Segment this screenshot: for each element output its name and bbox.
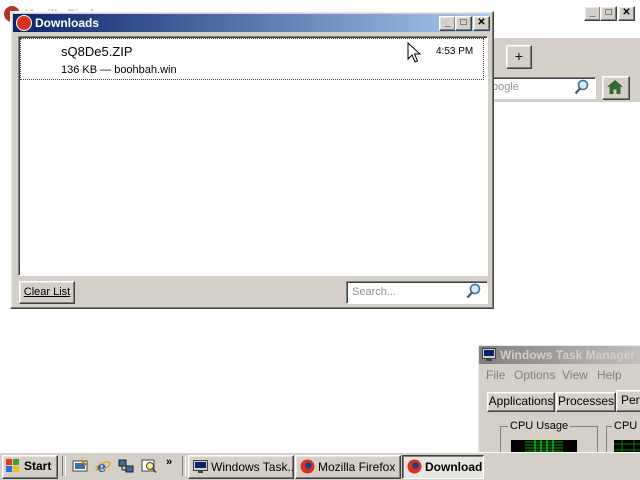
home-button[interactable] — [602, 76, 630, 100]
tab-performance[interactable]: Perf — [616, 390, 640, 412]
clear-list-button[interactable]: Clear List — [19, 281, 75, 304]
downloads-window-title: Downloads — [35, 16, 100, 30]
home-icon — [607, 80, 623, 94]
cpu-history-label: CPU U — [612, 420, 640, 432]
firefox-close-button[interactable]: ✕ — [618, 6, 635, 21]
download-filename: sQ8De5.ZIP — [61, 44, 133, 59]
firefox-search-placeholder: oogle — [492, 81, 519, 93]
firefox-minimize-button[interactable]: _ — [584, 6, 601, 21]
show-desktop-icon[interactable] — [72, 458, 88, 474]
clear-list-label: Clear List — [23, 286, 71, 298]
internet-explorer-icon[interactable]: e — [95, 458, 111, 474]
task-manager-icon — [193, 460, 208, 473]
search-icon[interactable] — [141, 458, 157, 474]
menu-options[interactable]: Options — [514, 368, 555, 382]
downloads-close-button[interactable]: ✕ — [473, 16, 490, 31]
downloads-maximize-button[interactable]: □ — [455, 16, 472, 31]
taskbar-item-task-manager[interactable]: Windows Task... — [188, 455, 294, 479]
downloads-minimize-button[interactable]: _ — [439, 16, 456, 31]
task-manager-icon — [482, 348, 496, 361]
tab-processes[interactable]: Processes — [556, 392, 616, 412]
firefox-icon — [407, 459, 422, 474]
download-info: 136 KB — boohbah.win — [61, 64, 177, 76]
mouse-cursor-icon — [407, 42, 421, 63]
taskbar-item-label: Download — [425, 460, 483, 474]
firefox-maximize-button[interactable]: □ — [600, 6, 617, 21]
cpu-usage-label: CPU Usage — [508, 420, 571, 432]
new-tab-button[interactable]: + — [506, 45, 532, 69]
start-label: Start — [24, 459, 52, 473]
taskbar-item-label: Mozilla Firefox — [318, 460, 396, 474]
taskbar-item-downloads[interactable]: Download — [402, 455, 484, 479]
firefox-icon — [300, 459, 315, 474]
network-icon[interactable] — [118, 458, 134, 474]
firefox-logo-icon — [16, 15, 32, 31]
menu-help[interactable]: Help — [597, 368, 622, 382]
menu-view[interactable]: View — [562, 368, 588, 382]
windows-logo-icon — [6, 459, 19, 472]
downloads-search-placeholder: Search... — [352, 286, 397, 298]
magnifier-icon[interactable] — [574, 79, 590, 95]
taskbar-separator — [62, 456, 66, 476]
tab-applications[interactable]: Applications — [487, 392, 555, 412]
download-time: 4:53 PM — [436, 46, 474, 57]
magnifier-icon[interactable] — [466, 283, 482, 299]
menu-file[interactable]: File — [486, 368, 505, 382]
taskbar-item-firefox[interactable]: Mozilla Firefox — [295, 455, 401, 479]
taskbar-separator — [182, 456, 186, 476]
task-manager-title: Windows Task Manager — [500, 348, 636, 362]
quick-launch-more-button[interactable]: » — [166, 456, 172, 468]
taskbar-item-label: Windows Task... — [211, 460, 294, 474]
